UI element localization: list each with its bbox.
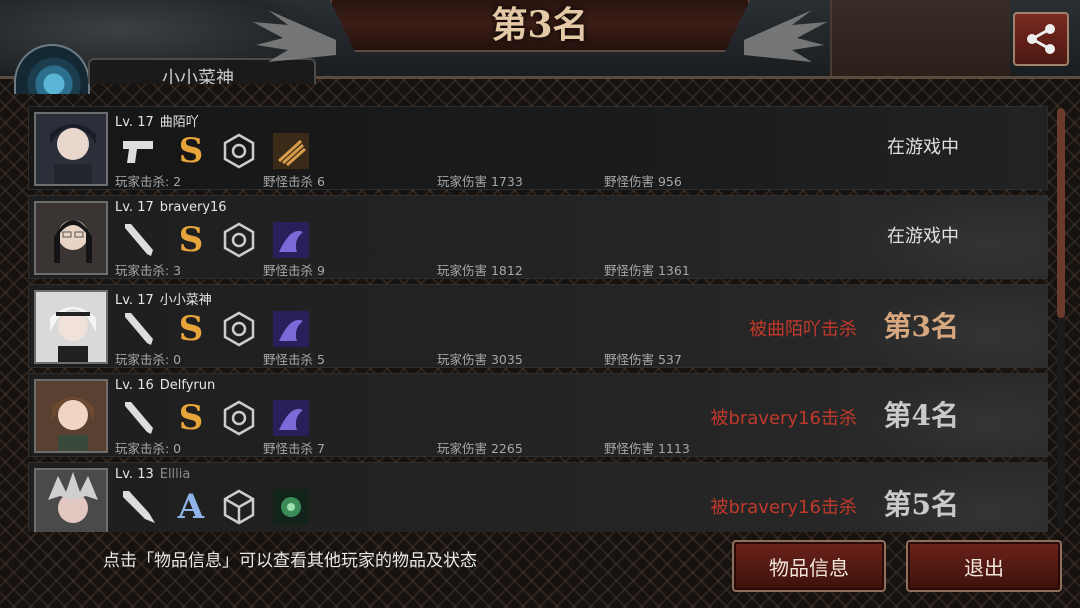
player-row[interactable]: Lv. 17 小小菜神 S 玩家击杀: 0 野怪击杀 5 玩家伤害 3035 野怪… (28, 284, 1048, 369)
hexagon-armor-icon (219, 309, 259, 349)
placement-rank: 第4名 (883, 399, 959, 432)
player-level-name: Lv. 17 小小菜神 (115, 289, 212, 308)
purple-item-icon (271, 398, 311, 438)
player-damage: 玩家伤害 1812 (437, 263, 523, 278)
equipment-icons: S (119, 220, 329, 260)
hexagon-armor-icon (219, 220, 259, 260)
player-name: Delfyrun (159, 378, 216, 393)
player-row[interactable]: Lv. 13 Elllia A 被bravery16击杀 第5名 (28, 462, 1048, 532)
equipment-icons: S (119, 131, 329, 171)
player-level: Lv. 17 (115, 293, 154, 308)
placement-rank: 第3名 (883, 310, 959, 343)
player-row[interactable]: Lv. 17 bravery16 S 玩家击杀: 3 野怪击杀 9 玩家伤害 18… (28, 195, 1048, 280)
player-name: 小小菜神 (159, 293, 212, 308)
hexagon-armor-icon (219, 131, 259, 171)
right-wing-ornament (744, 10, 827, 62)
player-level: Lv. 17 (115, 115, 154, 130)
footer-hint: 点击「物品信息」可以查看其他玩家的物品及状态 (103, 551, 477, 571)
player-level: Lv. 13 (115, 467, 154, 482)
monster-damage: 野怪伤害 537 (604, 352, 682, 367)
purple-item-icon (271, 220, 311, 260)
player-result-list[interactable]: Lv. 17 曲陌吖 S 玩家击杀: 2 野怪击杀 6 玩家伤害 1733 野怪伤… (28, 106, 1050, 532)
rank-letter: S (178, 131, 204, 171)
player-name: bravery16 (159, 200, 227, 215)
player-avatar (34, 201, 108, 275)
rank-letter: S (178, 398, 204, 438)
rank-letter: A (177, 487, 205, 527)
bat-icon (119, 398, 159, 438)
bat-icon (119, 309, 159, 349)
monster-kills: 野怪击杀 5 (263, 352, 325, 367)
share-button[interactable] (1013, 12, 1069, 66)
player-level-name: Lv. 17 bravery16 (115, 200, 227, 215)
monster-kills: 野怪击杀 6 (263, 174, 325, 189)
player-kills: 玩家击杀: 0 (115, 352, 182, 367)
exit-button[interactable]: 退出 (906, 540, 1062, 592)
player-status: 在游戏中 (887, 226, 959, 247)
left-wing-ornament (253, 10, 336, 62)
knife-icon (119, 487, 159, 527)
purple-item-icon (271, 309, 311, 349)
player-row[interactable]: Lv. 17 曲陌吖 S 玩家击杀: 2 野怪击杀 6 玩家伤害 1733 野怪伤… (28, 106, 1048, 190)
ammo-item-icon (271, 131, 311, 171)
player-damage: 玩家伤害 1733 (437, 174, 523, 189)
player-avatar (34, 290, 108, 364)
equipment-icons: S (119, 398, 329, 438)
page-title: 第3名 (491, 4, 589, 46)
player-damage: 玩家伤害 3035 (437, 352, 523, 367)
player-level: Lv. 16 (115, 378, 154, 393)
share-icon (1027, 24, 1055, 54)
hexagon-armor-icon (219, 398, 259, 438)
player-name-tab-text: 小小菜神 (162, 68, 234, 84)
background-house (830, 0, 1010, 78)
player-level: Lv. 17 (115, 200, 154, 215)
player-kills: 玩家击杀: 2 (115, 174, 182, 189)
scrollbar-thumb[interactable] (1057, 108, 1065, 318)
green-item-icon (271, 487, 311, 527)
player-avatar (34, 379, 108, 453)
placement-rank: 第5名 (883, 488, 959, 521)
bat-icon (119, 220, 159, 260)
player-row[interactable]: Lv. 16 Delfyrun S 玩家击杀: 0 野怪击杀 7 玩家伤害 226… (28, 373, 1048, 458)
player-avatar (34, 112, 108, 186)
rank-letter: S (178, 220, 204, 260)
monster-kills: 野怪击杀 9 (263, 263, 325, 278)
item-info-button[interactable]: 物品信息 (732, 540, 886, 592)
rank-letter: S (178, 309, 204, 349)
player-level-name: Lv. 13 Elllia (115, 467, 190, 482)
player-level-name: Lv. 16 Delfyrun (115, 378, 215, 393)
killed-by-text: 被bravery16击杀 (710, 408, 857, 429)
player-level-name: Lv. 17 曲陌吖 (115, 111, 199, 130)
equipment-icons: A (119, 487, 329, 527)
cube-armor-icon (219, 487, 259, 527)
monster-damage: 野怪伤害 956 (604, 174, 682, 189)
monster-kills: 野怪击杀 7 (263, 441, 325, 456)
player-kills: 玩家击杀: 0 (115, 441, 182, 456)
player-kills: 玩家击杀: 3 (115, 263, 182, 278)
pistol-icon (119, 131, 159, 171)
killed-by-text: 被曲陌吖击杀 (749, 319, 857, 340)
player-name: Elllia (159, 467, 191, 482)
list-scrollbar[interactable] (1057, 108, 1065, 528)
equipment-icons: S (119, 309, 329, 349)
monster-damage: 野怪伤害 1361 (604, 263, 690, 278)
player-damage: 玩家伤害 2265 (437, 441, 523, 456)
killed-by-text: 被bravery16击杀 (710, 497, 857, 518)
monster-damage: 野怪伤害 1113 (604, 441, 690, 456)
player-avatar (34, 468, 108, 532)
player-name: 曲陌吖 (159, 115, 199, 130)
player-status: 在游戏中 (887, 137, 959, 158)
